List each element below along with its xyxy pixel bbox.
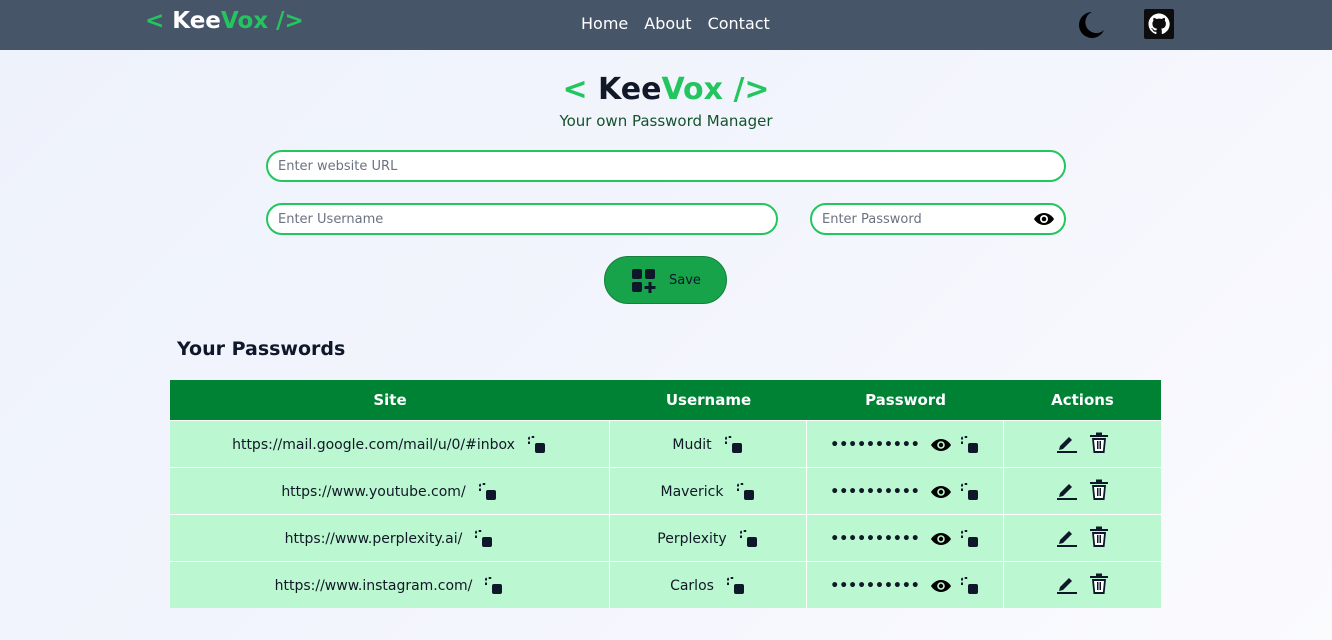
hero-logo-gt: /> bbox=[723, 72, 770, 107]
hero-logo: < KeeVox /> bbox=[0, 72, 1332, 107]
table-row: https://www.youtube.com/Maverick ••••••••… bbox=[170, 467, 1161, 514]
site-url[interactable]: https://www.perplexity.ai/ bbox=[285, 531, 463, 547]
password-input[interactable] bbox=[810, 203, 1066, 235]
tagline: Your own Password Manager bbox=[559, 112, 773, 130]
show-password-eye-icon[interactable] bbox=[930, 578, 952, 594]
save-button[interactable]: Save bbox=[604, 256, 727, 304]
passwords-section-title: Your Passwords bbox=[177, 338, 346, 360]
nav-contact-link[interactable]: Contact bbox=[708, 14, 770, 33]
header-actions: Actions bbox=[1051, 391, 1114, 409]
header-password: Password bbox=[865, 391, 946, 409]
password-cell: •••••••••• bbox=[807, 562, 1004, 608]
copy-password-icon[interactable] bbox=[960, 576, 980, 596]
delete-trash-icon[interactable] bbox=[1089, 526, 1109, 552]
copy-username-icon[interactable] bbox=[724, 435, 744, 455]
website-url-input[interactable] bbox=[266, 150, 1066, 182]
save-button-label: Save bbox=[669, 273, 701, 288]
site-url[interactable]: https://www.youtube.com/ bbox=[281, 484, 465, 500]
copy-site-icon[interactable] bbox=[474, 529, 494, 549]
site-url[interactable]: https://mail.google.com/mail/u/0/#inbox bbox=[232, 437, 515, 453]
username-cell: Perplexity bbox=[610, 515, 807, 561]
copy-password-icon[interactable] bbox=[960, 482, 980, 502]
username-text: Maverick bbox=[660, 484, 724, 500]
table-header: Site Username Password Actions bbox=[170, 380, 1161, 420]
copy-username-icon[interactable] bbox=[726, 576, 746, 596]
nav-links: Home About Contact bbox=[581, 14, 786, 33]
hero-logo-vox: Vox bbox=[661, 72, 723, 107]
username-cell: Carlos bbox=[610, 562, 807, 608]
edit-icon[interactable] bbox=[1056, 433, 1078, 457]
github-icon[interactable] bbox=[1144, 9, 1174, 39]
password-cell: •••••••••• bbox=[807, 515, 1004, 561]
username-input[interactable] bbox=[266, 203, 778, 235]
actions-cell bbox=[1004, 515, 1161, 561]
show-password-eye-icon[interactable] bbox=[1033, 210, 1055, 228]
site-cell: https://mail.google.com/mail/u/0/#inbox bbox=[170, 421, 610, 467]
copy-username-icon[interactable] bbox=[736, 482, 756, 502]
username-text: Mudit bbox=[672, 437, 712, 453]
header-username: Username bbox=[665, 391, 752, 409]
hero-logo-lt: < bbox=[562, 72, 599, 107]
show-password-eye-icon[interactable] bbox=[930, 484, 952, 500]
table-row: https://www.instagram.com/Carlos ••••••••… bbox=[170, 561, 1161, 608]
delete-trash-icon[interactable] bbox=[1089, 432, 1109, 458]
site-cell: https://www.youtube.com/ bbox=[170, 468, 610, 514]
navbar: < KeeVox /> Home About Contact bbox=[0, 0, 1332, 50]
passwords-table: Site Username Password Actions https://m… bbox=[170, 380, 1161, 608]
delete-trash-icon[interactable] bbox=[1089, 573, 1109, 599]
actions-cell bbox=[1004, 468, 1161, 514]
logo-kee: Kee bbox=[172, 8, 221, 34]
nav-home-link[interactable]: Home bbox=[581, 14, 628, 33]
username-cell: Mudit bbox=[610, 421, 807, 467]
username-cell: Maverick bbox=[610, 468, 807, 514]
delete-trash-icon[interactable] bbox=[1089, 479, 1109, 505]
copy-password-icon[interactable] bbox=[960, 435, 980, 455]
copy-site-icon[interactable] bbox=[478, 482, 498, 502]
masked-password: •••••••••• bbox=[830, 437, 920, 453]
logo-lt: < bbox=[145, 8, 173, 34]
nav-about-link[interactable]: About bbox=[644, 14, 691, 33]
edit-icon[interactable] bbox=[1056, 527, 1078, 551]
masked-password: •••••••••• bbox=[830, 531, 920, 547]
actions-cell bbox=[1004, 421, 1161, 467]
logo-gt: /> bbox=[268, 8, 304, 34]
copy-site-icon[interactable] bbox=[527, 435, 547, 455]
show-password-eye-icon[interactable] bbox=[930, 531, 952, 547]
copy-site-icon[interactable] bbox=[484, 576, 504, 596]
table-body: https://mail.google.com/mail/u/0/#inbox M… bbox=[170, 420, 1161, 608]
site-cell: https://www.instagram.com/ bbox=[170, 562, 610, 608]
username-text: Perplexity bbox=[657, 531, 727, 547]
navbar-logo[interactable]: < KeeVox /> bbox=[145, 8, 304, 34]
hero-logo-kee: Kee bbox=[598, 72, 662, 107]
add-grid-icon bbox=[632, 269, 656, 293]
masked-password: •••••••••• bbox=[830, 484, 920, 500]
username-text: Carlos bbox=[670, 578, 714, 594]
show-password-eye-icon[interactable] bbox=[930, 437, 952, 453]
header-site: Site bbox=[373, 391, 407, 409]
copy-username-icon[interactable] bbox=[739, 529, 759, 549]
logo-vox: Vox bbox=[220, 8, 269, 34]
site-cell: https://www.perplexity.ai/ bbox=[170, 515, 610, 561]
edit-icon[interactable] bbox=[1056, 480, 1078, 504]
copy-password-icon[interactable] bbox=[960, 529, 980, 549]
table-row: https://www.perplexity.ai/Perplexity ••••… bbox=[170, 514, 1161, 561]
password-cell: •••••••••• bbox=[807, 468, 1004, 514]
edit-icon[interactable] bbox=[1056, 574, 1078, 598]
table-row: https://mail.google.com/mail/u/0/#inbox M… bbox=[170, 420, 1161, 467]
password-cell: •••••••••• bbox=[807, 421, 1004, 467]
moon-icon[interactable] bbox=[1074, 9, 1106, 41]
site-url[interactable]: https://www.instagram.com/ bbox=[275, 578, 473, 594]
masked-password: •••••••••• bbox=[830, 578, 920, 594]
actions-cell bbox=[1004, 562, 1161, 608]
